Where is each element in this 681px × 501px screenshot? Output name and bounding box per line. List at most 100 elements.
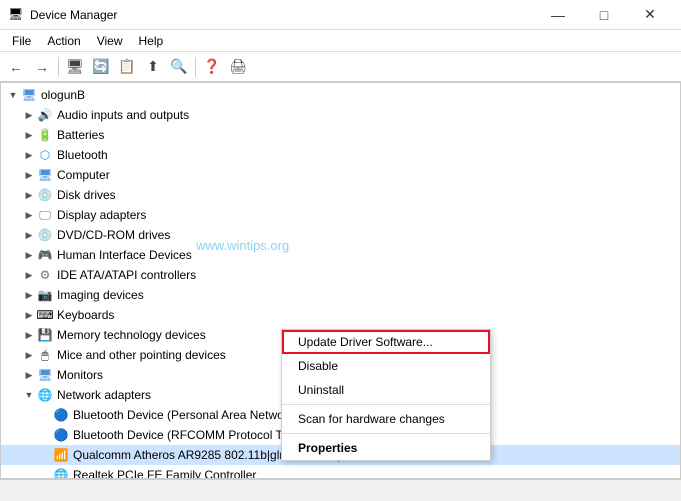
- diskdrives-expand-icon: ▶: [21, 187, 37, 203]
- tree-item-batteries[interactable]: ▶ 🔋 Batteries: [1, 125, 680, 145]
- display-expand-icon: ▶: [21, 207, 37, 223]
- scan-button[interactable]: 🔍: [167, 55, 191, 79]
- tree-item-ide[interactable]: ▶ ⚙ IDE ATA/ATAPI controllers: [1, 265, 680, 285]
- bluetooth-label: Bluetooth: [57, 148, 108, 162]
- context-menu-scan[interactable]: Scan for hardware changes: [282, 407, 490, 431]
- context-menu: Update Driver Software... Disable Uninst…: [281, 329, 491, 461]
- properties-button[interactable]: 📋: [115, 55, 139, 79]
- memory-label: Memory technology devices: [57, 328, 206, 342]
- computer-label: Computer: [57, 168, 110, 182]
- refresh-button[interactable]: 🔄: [89, 55, 113, 79]
- realtek-expand-icon: [37, 467, 53, 479]
- network-expand-icon: ▼: [21, 387, 37, 403]
- tree-item-diskdrives[interactable]: ▶ 💿 Disk drives: [1, 185, 680, 205]
- diskdrives-icon: 💿: [37, 187, 53, 203]
- root-expand-icon: ▼: [5, 87, 21, 103]
- tree-item-hid[interactable]: ▶ 🎮 Human Interface Devices: [1, 245, 680, 265]
- menu-help[interactable]: Help: [131, 32, 172, 50]
- root-icon: 🖥: [21, 87, 37, 103]
- monitors-expand-icon: ▶: [21, 367, 37, 383]
- qualcomm-icon: 📶: [53, 447, 69, 463]
- main-area: www.wintips.org ▼ 🖥 ologunB ▶ 🔊 Audio in…: [0, 82, 681, 479]
- keyboards-icon: ⌨: [37, 307, 53, 323]
- context-menu-disable[interactable]: Disable: [282, 354, 490, 378]
- qualcomm-expand-icon: [37, 447, 53, 463]
- bt-personal-expand-icon: [37, 407, 53, 423]
- print-button[interactable]: 🖨: [226, 55, 250, 79]
- computer-button[interactable]: 🖥: [63, 55, 87, 79]
- tree-item-bluetooth[interactable]: ▶ ⬡ Bluetooth: [1, 145, 680, 165]
- imaging-icon: 📷: [37, 287, 53, 303]
- menu-action[interactable]: Action: [39, 32, 88, 50]
- hid-expand-icon: ▶: [21, 247, 37, 263]
- keyboards-expand-icon: ▶: [21, 307, 37, 323]
- bt-rfcomm-icon: 🔵: [53, 427, 69, 443]
- bluetooth-icon: ⬡: [37, 147, 53, 163]
- keyboards-label: Keyboards: [57, 308, 114, 322]
- memory-icon: 💾: [37, 327, 53, 343]
- hid-icon: 🎮: [37, 247, 53, 263]
- mice-icon: 🖱: [37, 347, 53, 363]
- tree-item-realtek[interactable]: 🌐 Realtek PCIe FE Family Controller: [1, 465, 680, 479]
- tree-item-dvd[interactable]: ▶ 💿 DVD/CD-ROM drives: [1, 225, 680, 245]
- close-button[interactable]: ✕: [627, 0, 673, 30]
- forward-button[interactable]: →: [30, 55, 54, 79]
- status-bar: [0, 479, 681, 501]
- monitors-icon: 🖥: [37, 367, 53, 383]
- tree-item-imaging[interactable]: ▶ 📷 Imaging devices: [1, 285, 680, 305]
- audio-label: Audio inputs and outputs: [57, 108, 189, 122]
- context-menu-sep2: [282, 433, 490, 434]
- ide-label: IDE ATA/ATAPI controllers: [57, 268, 196, 282]
- audio-expand-icon: ▶: [21, 107, 37, 123]
- network-icon: 🌐: [37, 387, 53, 403]
- mice-label: Mice and other pointing devices: [57, 348, 226, 362]
- menu-bar: File Action View Help: [0, 30, 681, 52]
- bluetooth-expand-icon: ▶: [21, 147, 37, 163]
- device-tree[interactable]: www.wintips.org ▼ 🖥 ologunB ▶ 🔊 Audio in…: [0, 82, 681, 479]
- back-button[interactable]: ←: [4, 55, 28, 79]
- window-title: Device Manager: [30, 8, 535, 22]
- realtek-label: Realtek PCIe FE Family Controller: [73, 468, 256, 479]
- tree-item-audio[interactable]: ▶ 🔊 Audio inputs and outputs: [1, 105, 680, 125]
- tree-item-display[interactable]: ▶ 🖵 Display adapters: [1, 205, 680, 225]
- context-menu-sep: [282, 404, 490, 405]
- context-menu-properties[interactable]: Properties: [282, 436, 490, 460]
- toolbar-sep-1: [58, 57, 59, 77]
- imaging-label: Imaging devices: [57, 288, 144, 302]
- batteries-expand-icon: ▶: [21, 127, 37, 143]
- dvd-expand-icon: ▶: [21, 227, 37, 243]
- maximize-button[interactable]: □: [581, 0, 627, 30]
- title-bar: 🖥 Device Manager — □ ✕: [0, 0, 681, 30]
- bt-personal-icon: 🔵: [53, 407, 69, 423]
- diskdrives-label: Disk drives: [57, 188, 116, 202]
- root-label: ologunB: [41, 88, 85, 102]
- toolbar: ← → 🖥 🔄 📋 ⬆ 🔍 ❓ 🖨: [0, 52, 681, 82]
- tree-item-keyboards[interactable]: ▶ ⌨ Keyboards: [1, 305, 680, 325]
- window-controls: — □ ✕: [535, 0, 673, 30]
- context-menu-uninstall[interactable]: Uninstall: [282, 378, 490, 402]
- mice-expand-icon: ▶: [21, 347, 37, 363]
- realtek-icon: 🌐: [53, 467, 69, 479]
- bt-rfcomm-label: Bluetooth Device (RFCOMM Protocol TDI): [73, 428, 299, 442]
- hid-label: Human Interface Devices: [57, 248, 192, 262]
- ide-icon: ⚙: [37, 267, 53, 283]
- minimize-button[interactable]: —: [535, 0, 581, 30]
- dvd-label: DVD/CD-ROM drives: [57, 228, 170, 242]
- bt-personal-label: Bluetooth Device (Personal Area Network): [73, 408, 298, 422]
- network-label: Network adapters: [57, 388, 151, 402]
- bt-rfcomm-expand-icon: [37, 427, 53, 443]
- context-menu-update[interactable]: Update Driver Software...: [282, 330, 490, 354]
- tree-root[interactable]: ▼ 🖥 ologunB: [1, 85, 680, 105]
- imaging-expand-icon: ▶: [21, 287, 37, 303]
- toolbar-sep-2: [195, 57, 196, 77]
- batteries-label: Batteries: [57, 128, 104, 142]
- help-button[interactable]: ❓: [200, 55, 224, 79]
- monitors-label: Monitors: [57, 368, 103, 382]
- batteries-icon: 🔋: [37, 127, 53, 143]
- menu-file[interactable]: File: [4, 32, 39, 50]
- update-driver-button[interactable]: ⬆: [141, 55, 165, 79]
- app-icon: 🖥: [8, 7, 24, 23]
- tree-item-computer[interactable]: ▶ 🖥 Computer: [1, 165, 680, 185]
- menu-view[interactable]: View: [89, 32, 131, 50]
- dvd-icon: 💿: [37, 227, 53, 243]
